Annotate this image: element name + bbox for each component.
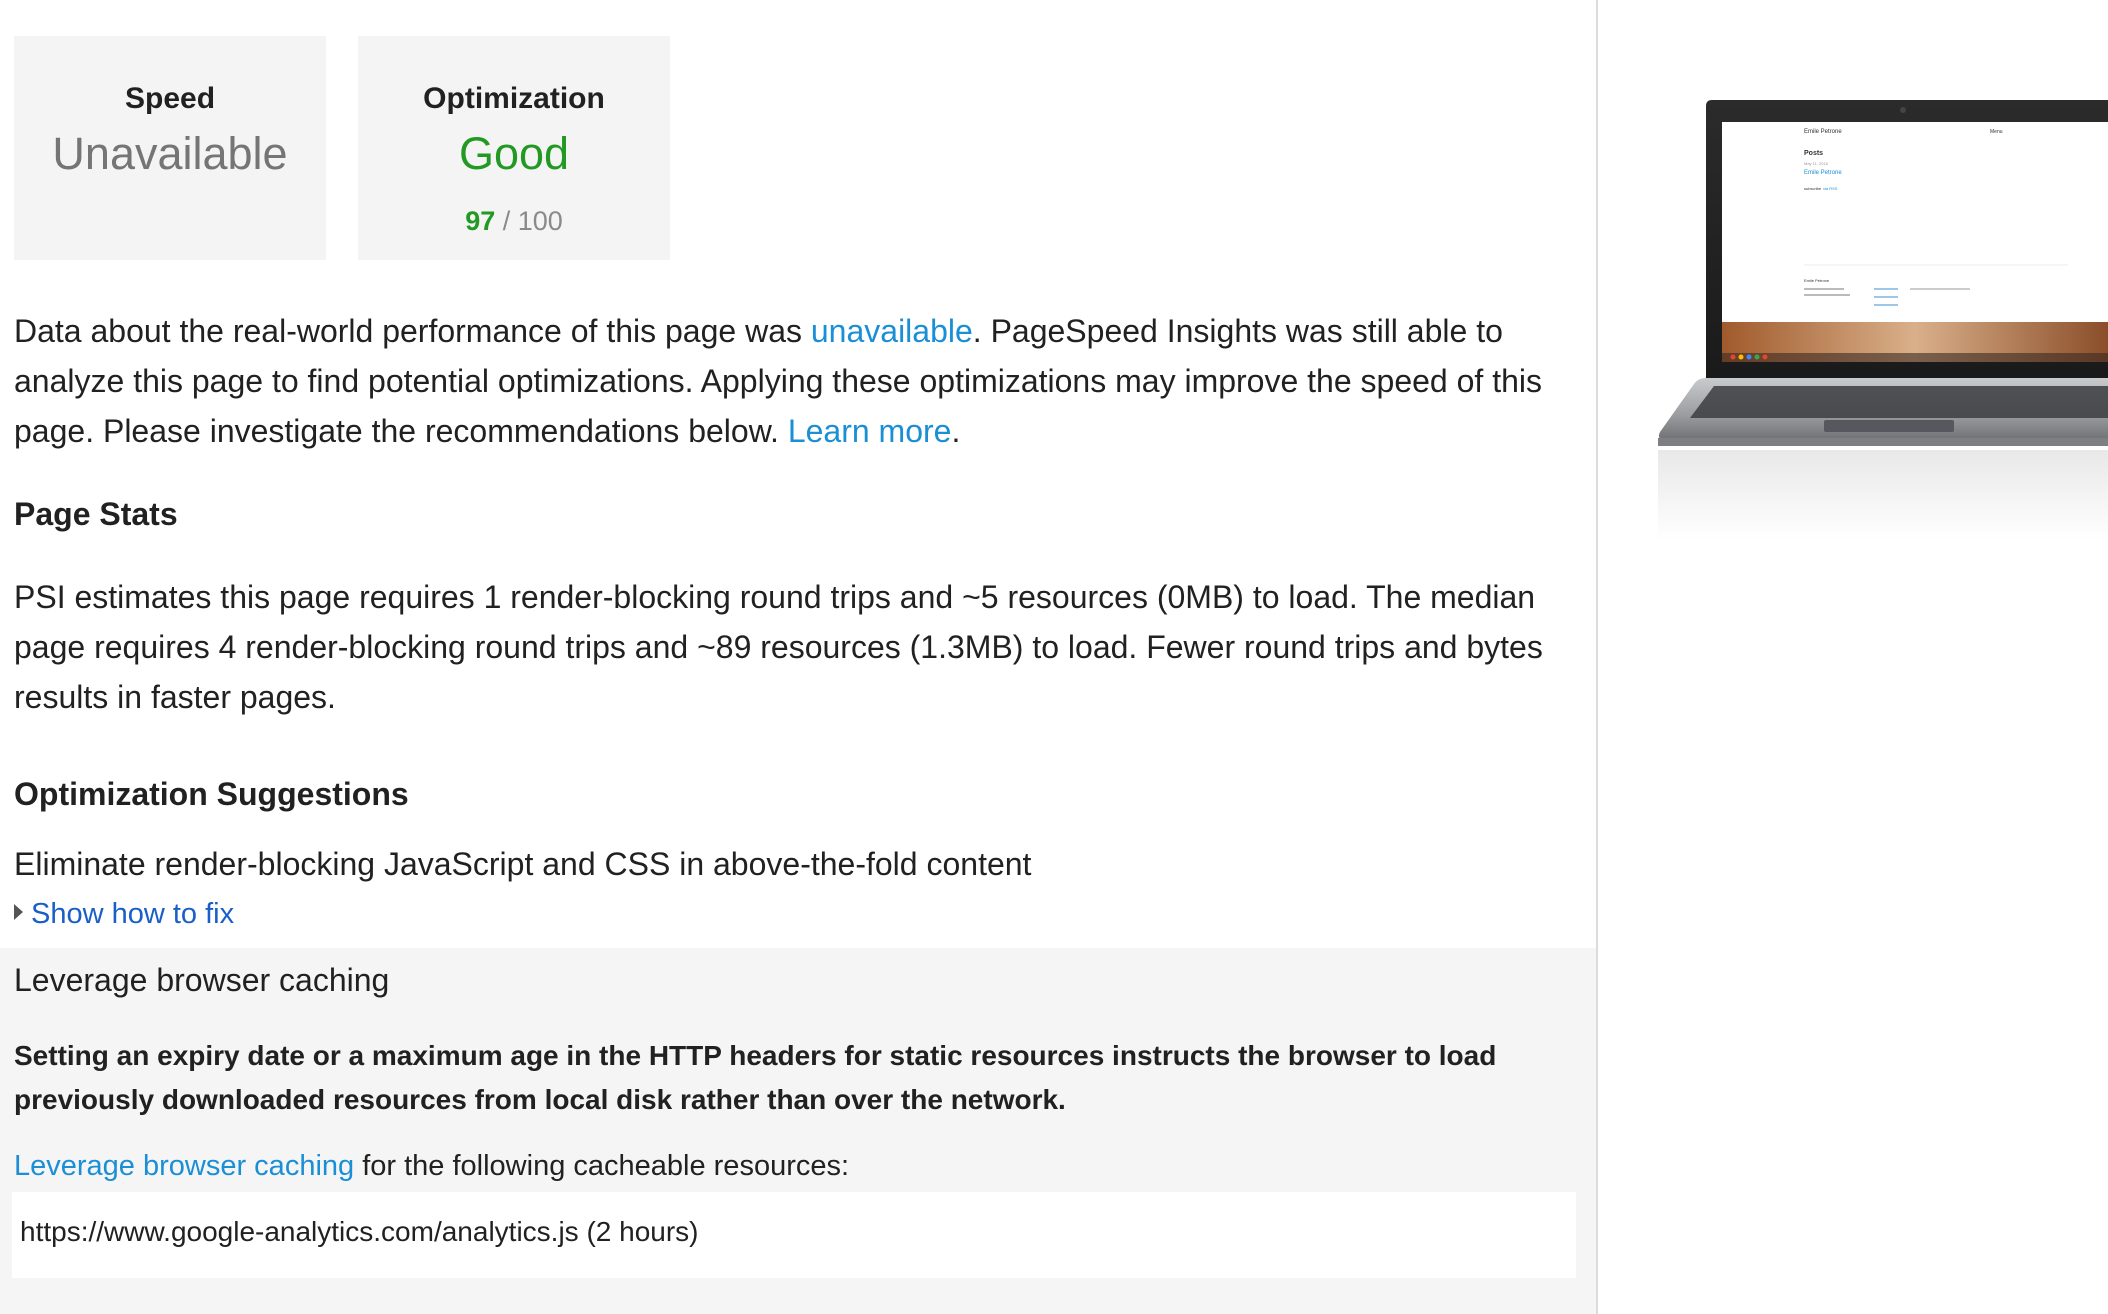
preview-menu: Menu xyxy=(1990,129,2003,135)
optimization-score-card: Optimization Good 97 / 100 xyxy=(358,36,670,260)
preview-footer-line xyxy=(1804,294,1850,296)
laptop-shadow xyxy=(1658,450,2108,540)
intro-text-3: . xyxy=(951,413,961,449)
preview-footer-link xyxy=(1874,304,1898,306)
taskbar-app-icon xyxy=(1762,354,1768,360)
preview-subscribe: subscribe xyxy=(1804,186,1822,191)
rule-browser-caching-title: Leverage browser caching xyxy=(14,962,390,998)
preview-footer-title: Emile Petrone xyxy=(1804,278,1830,283)
show-how-to-fix-toggle[interactable]: Show how to fix xyxy=(14,898,234,931)
speed-score-card: Speed Unavailable xyxy=(14,36,326,260)
preview-posts-heading: Posts xyxy=(1804,150,1823,157)
taskbar-app-icon xyxy=(1754,354,1760,360)
laptop-trackpad xyxy=(1824,420,1954,432)
speed-label: Speed xyxy=(124,82,216,115)
expand-triangle-icon xyxy=(14,904,23,921)
preview-post-title: Emile Petrone xyxy=(1804,170,1842,176)
taskbar-app-icon xyxy=(1746,354,1752,360)
page-stats-heading: Page Stats xyxy=(14,496,178,532)
device-preview-panel: Emile Petrone Menu Posts May 11, 2016 Em… xyxy=(1598,0,2108,1314)
results-panel: Speed Unavailable Optimization Good 97 /… xyxy=(0,0,1596,1314)
rule-browser-caching-description: Setting an expiry date or a maximum age … xyxy=(14,1040,1497,1115)
resource-item: https://www.google-analytics.com/analyti… xyxy=(20,1216,699,1247)
intro-paragraph: Data about the real-world performance of… xyxy=(14,306,1574,456)
preview-rss: via RSS xyxy=(1823,186,1838,191)
resource-list: https://www.google-analytics.com/analyti… xyxy=(12,1192,1576,1278)
laptop-preview-image: Emile Petrone Menu Posts May 11, 2016 Em… xyxy=(1658,100,2108,540)
preview-footer-line xyxy=(1804,288,1844,290)
optimization-score-number: 97 xyxy=(465,206,496,236)
optimization-score: 97 / 100 xyxy=(358,206,670,237)
speed-value: Unavailable xyxy=(52,128,288,179)
taskbar-app-icon xyxy=(1738,354,1744,360)
learn-more-link[interactable]: Learn more xyxy=(788,413,952,449)
taskbar-app-icon xyxy=(1730,354,1736,360)
page-stats-text: PSI estimates this page requires 1 rende… xyxy=(14,579,1543,715)
laptop-front-edge xyxy=(1658,438,2108,446)
optimization-score-max: / 100 xyxy=(502,206,563,236)
unavailable-link[interactable]: unavailable xyxy=(811,313,973,349)
preview-footer-link xyxy=(1874,288,1898,290)
rule-browser-caching-panel: Leverage browser caching Setting an expi… xyxy=(0,948,1596,1314)
preview-post-date: May 11, 2016 xyxy=(1804,161,1829,166)
optimization-suggestions-heading: Optimization Suggestions xyxy=(14,776,409,812)
rule-render-blocking-title: Eliminate render-blocking JavaScript and… xyxy=(14,846,1032,882)
optimization-value: Good xyxy=(458,128,570,179)
preview-site-title: Emile Petrone xyxy=(1804,129,1842,135)
show-how-to-fix-label: Show how to fix xyxy=(31,898,235,930)
laptop-keyboard xyxy=(1690,386,2108,418)
leverage-browser-caching-link[interactable]: Leverage browser caching xyxy=(14,1150,354,1182)
laptop-camera-icon xyxy=(1900,107,1906,113)
cacheable-resources-intro: Leverage browser caching for the followi… xyxy=(14,1150,849,1183)
optimization-label: Optimization xyxy=(423,82,605,115)
intro-text-1: Data about the real-world performance of… xyxy=(14,313,811,349)
preview-page xyxy=(1722,122,2108,322)
cacheable-resources-text: for the following cacheable resources: xyxy=(354,1150,850,1182)
preview-taskbar xyxy=(1722,353,2108,362)
preview-footer-line xyxy=(1910,288,1970,290)
preview-footer-link xyxy=(1874,296,1898,298)
